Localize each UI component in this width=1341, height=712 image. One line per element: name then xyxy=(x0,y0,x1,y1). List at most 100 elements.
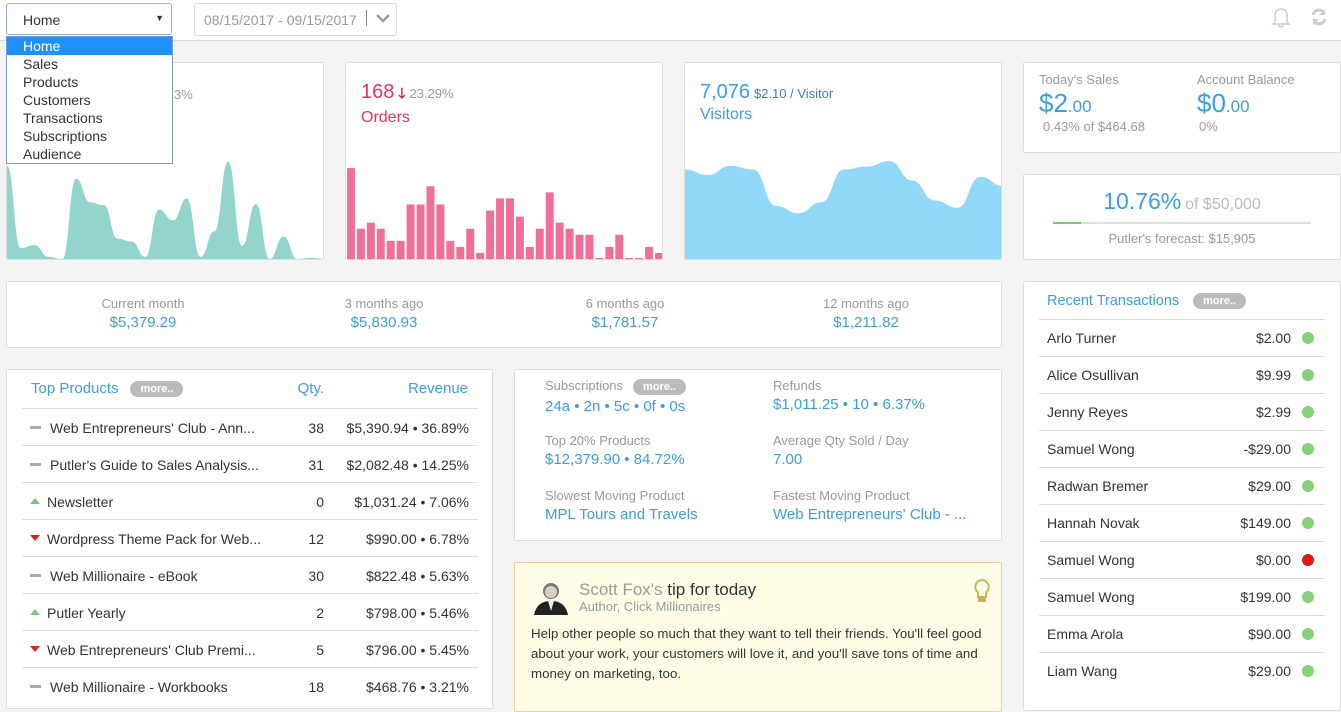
product-name: Web Millionaire - eBook xyxy=(50,568,198,584)
product-row[interactable]: Web Millionaire - Workbooks 18 $468.76 • 3… xyxy=(22,667,478,704)
dropdown-option-products[interactable]: Products xyxy=(7,73,172,91)
tip-author-role: Author, Click Millionaires xyxy=(579,599,721,614)
dropdown-option-sales[interactable]: Sales xyxy=(7,55,172,73)
transaction-amount: $9.99 xyxy=(1255,367,1291,383)
transaction-row[interactable]: Jenny Reyes $2.99 xyxy=(1039,393,1325,430)
order-bar xyxy=(406,204,415,259)
page-select[interactable]: Home ▼ xyxy=(6,3,172,35)
trend-flat-icon xyxy=(30,463,41,466)
order-bar xyxy=(555,222,564,259)
area-series xyxy=(685,161,1001,259)
product-row[interactable]: Putler's Guide to Sales Analysis... 31 $2,… xyxy=(22,445,478,482)
dropdown-option-transactions[interactable]: Transactions xyxy=(7,109,172,127)
stat-label: Subscriptions more.. xyxy=(545,378,765,395)
order-bar xyxy=(466,228,475,259)
status-dot-fail xyxy=(1302,554,1314,566)
transaction-row[interactable]: Samuel Wong $199.00 xyxy=(1039,578,1325,615)
month-value: $1,781.57 xyxy=(591,314,659,331)
product-row[interactable]: Wordpress Theme Pack for Web... 12 $990.00… xyxy=(22,519,478,556)
customer-name: Hannah Novak xyxy=(1047,515,1140,531)
product-qty: 5 xyxy=(316,642,324,658)
trend-flat-icon xyxy=(30,685,41,688)
stat-label-text: Average Qty Sold / Day xyxy=(773,433,909,448)
top-bar: Home ▼ 08/15/2017-09/15/2017 xyxy=(0,0,1341,41)
order-bar xyxy=(356,228,365,259)
product-qty: 12 xyxy=(308,531,324,547)
today-sales-label: Today's Sales xyxy=(1039,72,1119,87)
tip-author: Scott Fox's xyxy=(579,580,663,599)
stat-value[interactable]: Web Entrepreneurs' Club - ... xyxy=(773,506,993,523)
product-qty: 31 xyxy=(308,457,324,473)
balance-label: Account Balance xyxy=(1197,72,1295,87)
customer-name: Jenny Reyes xyxy=(1047,404,1128,420)
product-row[interactable]: Web Entrepreneurs' Club - Ann... 38 $5,390… xyxy=(22,408,478,445)
qty-header: Qty. xyxy=(297,380,324,397)
transaction-row[interactable]: Hannah Novak $149.00 xyxy=(1039,504,1325,541)
order-bar xyxy=(515,216,524,259)
transaction-row[interactable]: Alice Osullivan $9.99 xyxy=(1039,356,1325,393)
product-row[interactable]: Putler Yearly 2 $798.00 • 5.46% xyxy=(22,593,478,630)
month-value: $1,211.82 xyxy=(833,314,899,331)
order-bar xyxy=(476,252,485,259)
order-bar xyxy=(496,198,504,259)
transaction-row[interactable]: Samuel Wong $0.00 xyxy=(1039,541,1325,578)
balance-value: $0 xyxy=(1197,88,1226,118)
transaction-amount: $29.00 xyxy=(1248,663,1291,679)
more-button[interactable]: more.. xyxy=(130,381,184,398)
date-range-picker[interactable]: 08/15/2017-09/15/2017 xyxy=(194,3,397,36)
more-button[interactable]: more.. xyxy=(633,378,687,395)
product-revenue: $822.48 • 5.63% xyxy=(366,568,469,584)
product-row[interactable]: Web Entrepreneurs' Club Premi... 5 $796.00… xyxy=(22,630,478,667)
stat-value[interactable]: MPL Tours and Travels xyxy=(545,506,765,523)
status-dot-success xyxy=(1302,443,1314,455)
product-row[interactable]: Newsletter 0 $1,031.24 • 7.06% xyxy=(22,482,478,519)
transaction-amount: $199.00 xyxy=(1240,589,1291,605)
stat-value: 7.00 xyxy=(773,451,803,468)
order-bar xyxy=(565,228,574,259)
product-revenue: $5,390.94 • 36.89% xyxy=(346,420,469,436)
status-dot-success xyxy=(1302,406,1314,418)
stat-label: Fastest Moving Product xyxy=(773,488,993,503)
chevron-down-icon[interactable] xyxy=(375,10,391,26)
order-bar xyxy=(655,252,662,259)
stat-value: $12,379.90 • 84.72% xyxy=(545,451,685,468)
product-revenue: $2,082.48 • 14.25% xyxy=(346,457,469,473)
trend-down-icon xyxy=(30,535,40,541)
dropdown-option-home[interactable]: Home xyxy=(7,37,172,55)
stat-label-text: Top 20% Products xyxy=(545,433,651,448)
stat-item: Average Qty Sold / Day 7.00 xyxy=(773,433,993,468)
orders-card[interactable]: 168 🡓 23.29% Orders xyxy=(345,62,663,260)
status-dot-success xyxy=(1302,369,1314,381)
status-dot-success xyxy=(1302,591,1314,603)
transaction-row[interactable]: Radwan Bremer $29.00 xyxy=(1039,467,1325,504)
dropdown-option-audience[interactable]: Audience xyxy=(7,145,172,163)
today-sales-cents: .00 xyxy=(1067,97,1092,116)
order-bar xyxy=(535,228,544,259)
order-bar xyxy=(625,258,634,259)
more-button[interactable]: more.. xyxy=(1193,293,1247,310)
product-row[interactable]: Web Millionaire - eBook 30 $822.48 • 5.63% xyxy=(22,556,478,593)
stat-label-text: Refunds xyxy=(773,378,822,393)
dropdown-option-customers[interactable]: Customers xyxy=(7,91,172,109)
forecast-progress-bar xyxy=(1053,222,1311,224)
stat-item: Slowest Moving Product MPL Tours and Trav… xyxy=(545,488,765,523)
recent-transactions-card: Recent Transactions more.. Arlo Turner $2… xyxy=(1023,281,1341,711)
dropdown-option-subscriptions[interactable]: Subscriptions xyxy=(7,127,172,145)
order-bar xyxy=(645,246,654,259)
order-bar xyxy=(575,234,584,259)
refresh-icon[interactable] xyxy=(1309,6,1329,28)
transaction-row[interactable]: Liam Wang $29.00 xyxy=(1039,652,1325,689)
transaction-row[interactable]: Arlo Turner $2.00 xyxy=(1039,319,1325,356)
transaction-row[interactable]: Samuel Wong -$29.00 xyxy=(1039,430,1325,467)
visitors-card[interactable]: 7,076 $2.10 / Visitor Visitors xyxy=(684,62,1002,260)
bell-icon[interactable] xyxy=(1271,6,1291,28)
product-revenue: $1,031.24 • 7.06% xyxy=(354,494,469,510)
orders-bar-chart xyxy=(347,168,662,259)
transaction-row[interactable]: Emma Arola $90.00 xyxy=(1039,615,1325,652)
transaction-amount: -$29.00 xyxy=(1243,441,1291,457)
customer-name: Radwan Bremer xyxy=(1047,478,1149,494)
stat-value: $1,011.25 • 10 • 6.37% xyxy=(773,396,926,413)
product-name: Wordpress Theme Pack for Web... xyxy=(47,531,261,547)
product-name: Web Millionaire - Workbooks xyxy=(50,679,228,695)
product-revenue: $796.00 • 5.45% xyxy=(366,642,469,658)
